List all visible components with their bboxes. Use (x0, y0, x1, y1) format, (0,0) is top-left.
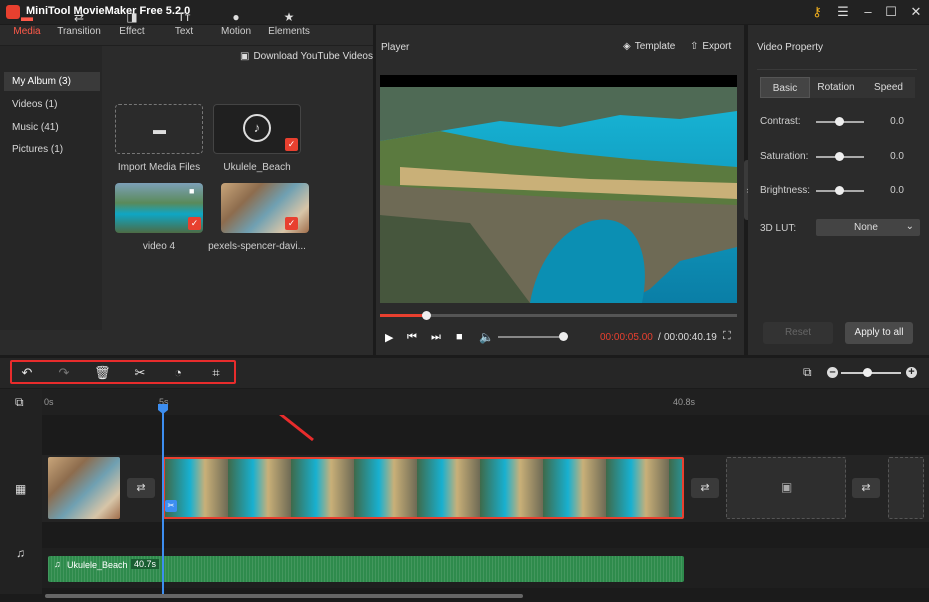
toolbar-highlight-box (10, 360, 236, 384)
template-button[interactable]: ◈ Template (623, 41, 675, 52)
add-track-icon[interactable]: ⧉ (15, 395, 24, 410)
tab-motion[interactable]: ● Motion (211, 8, 261, 37)
zoom-out-button[interactable]: – (827, 367, 838, 378)
tab-media[interactable]: ▬ Media (2, 8, 52, 37)
volume-icon[interactable]: 🔈 (479, 330, 494, 344)
split-marker-icon[interactable]: ✂ (165, 500, 177, 512)
tab-rotation[interactable]: Rotation (810, 77, 862, 98)
import-media-button[interactable]: ▬ (115, 104, 203, 154)
ruler-tick-0: 0s (44, 397, 54, 407)
tab-basic[interactable]: Basic (760, 77, 810, 98)
audio-clip-name: Ukulele_Beach (67, 560, 128, 570)
added-check-icon: ✓ (285, 138, 298, 151)
playhead[interactable] (162, 404, 164, 594)
timeline-clip-video-4[interactable] (163, 457, 684, 519)
property-title: Video Property (757, 42, 823, 53)
transition-icon: ⇄ (73, 10, 85, 24)
stop-button[interactable]: ■ (456, 331, 463, 343)
media-item-label: Ukulele_Beach (223, 162, 291, 173)
seek-bar[interactable] (380, 314, 737, 317)
layers-icon: ◈ (623, 41, 631, 52)
reset-button[interactable]: Reset (763, 322, 833, 344)
import-media-label: Import Media Files (117, 162, 201, 173)
brightness-label: Brightness: (760, 185, 811, 196)
export-button[interactable]: ⇧ Export (690, 41, 731, 52)
volume-slider[interactable] (498, 336, 566, 338)
added-check-icon: ✓ (285, 217, 298, 230)
brightness-handle[interactable] (835, 186, 844, 195)
video-preview[interactable] (380, 75, 737, 303)
current-time: 00:00:05.00 (600, 332, 653, 343)
previous-frame-button[interactable]: ⏮ (407, 331, 417, 344)
motion-icon: ● (232, 10, 240, 24)
effect-icon: ◨ (126, 10, 138, 24)
divider (757, 69, 917, 70)
contrast-handle[interactable] (835, 117, 844, 126)
download-youtube-link[interactable]: ▣ Download YouTube Videos (240, 51, 373, 62)
audio-clip-duration: 40.7s (131, 559, 160, 569)
ruler-tick-end: 40.8s (673, 397, 696, 407)
timeline-scrollbar[interactable] (45, 594, 523, 598)
zoom-in-button[interactable]: + (906, 367, 917, 378)
minimize-button[interactable]: – (857, 2, 879, 22)
elements-icon: ★ (283, 10, 295, 24)
contrast-label: Contrast: (760, 116, 801, 127)
added-check-icon: ✓ (188, 217, 201, 230)
video-camera-icon: ■ (189, 186, 195, 196)
close-button[interactable]: ✕ (905, 2, 927, 22)
play-button[interactable]: ▶ (385, 331, 393, 344)
zoom-handle[interactable] (863, 368, 872, 377)
album-item-my-album[interactable]: My Album (3) (4, 72, 100, 91)
timeline-audio-clip[interactable]: ♫ Ukulele_Beach 40.7s (48, 556, 684, 582)
media-item-label: video 4 (142, 241, 176, 252)
tab-speed[interactable]: Speed (862, 77, 915, 98)
timeline-clip-pexels[interactable] (48, 457, 120, 519)
empty-clip-slot[interactable] (888, 457, 924, 519)
music-note-icon: ♫ (54, 559, 61, 569)
seek-progress (380, 314, 427, 317)
timeline-ruler[interactable] (42, 389, 929, 415)
time-separator: / (658, 332, 661, 343)
saturation-label: Saturation: (760, 151, 809, 162)
lut-label: 3D LUT: (760, 223, 797, 234)
download-icon: ▣ (240, 51, 250, 62)
export-icon: ⇧ (690, 41, 699, 52)
fullscreen-icon[interactable]: ⛶ (723, 330, 731, 343)
transition-slot-icon[interactable]: ⇄ (127, 478, 155, 498)
contrast-value: 0.0 (890, 116, 904, 127)
album-item-music[interactable]: Music (41) (4, 118, 100, 137)
folder-icon: ▬ (153, 122, 166, 137)
brightness-value: 0.0 (890, 185, 904, 196)
film-icon: ▦ (15, 482, 27, 496)
text-icon: Tт (177, 10, 191, 24)
apply-to-all-button[interactable]: Apply to all (845, 322, 913, 344)
saturation-handle[interactable] (835, 152, 844, 161)
player-title: Player (381, 42, 410, 53)
folder-icon: ▬ (21, 10, 33, 24)
media-item-label: pexels-spencer-davi... (208, 241, 306, 252)
empty-clip-slot[interactable]: ▣ (726, 457, 846, 519)
album-item-pictures[interactable]: Pictures (1) (4, 140, 100, 159)
menu-icon[interactable]: ☰ (832, 2, 854, 22)
volume-handle[interactable] (558, 332, 568, 341)
music-note-icon: ♪ (243, 114, 271, 142)
lut-select[interactable]: None ⌄ (816, 219, 920, 236)
video-frame (380, 87, 737, 303)
music-icon: ♫ (16, 546, 25, 560)
chevron-down-icon: ⌄ (905, 221, 914, 232)
total-time: 00:00:40.19 (664, 332, 717, 343)
transition-slot-icon[interactable]: ⇄ (852, 478, 880, 498)
tab-transition[interactable]: ⇄ Transition (54, 8, 104, 37)
tab-elements[interactable]: ★ Elements (264, 8, 314, 37)
transition-slot-icon[interactable]: ⇄ (691, 478, 719, 498)
next-frame-button[interactable]: ⏭ (431, 331, 441, 344)
maximize-button[interactable]: ☐ (880, 2, 902, 22)
fit-zoom-icon[interactable]: ⧉ (803, 365, 812, 380)
tab-effect[interactable]: ◨ Effect (107, 8, 157, 37)
album-item-videos[interactable]: Videos (1) (4, 95, 100, 114)
download-icon: ▣ (781, 480, 793, 494)
tab-text[interactable]: Tт Text (159, 8, 209, 37)
key-icon[interactable]: ⚷ (806, 2, 828, 22)
saturation-value: 0.0 (890, 151, 904, 162)
